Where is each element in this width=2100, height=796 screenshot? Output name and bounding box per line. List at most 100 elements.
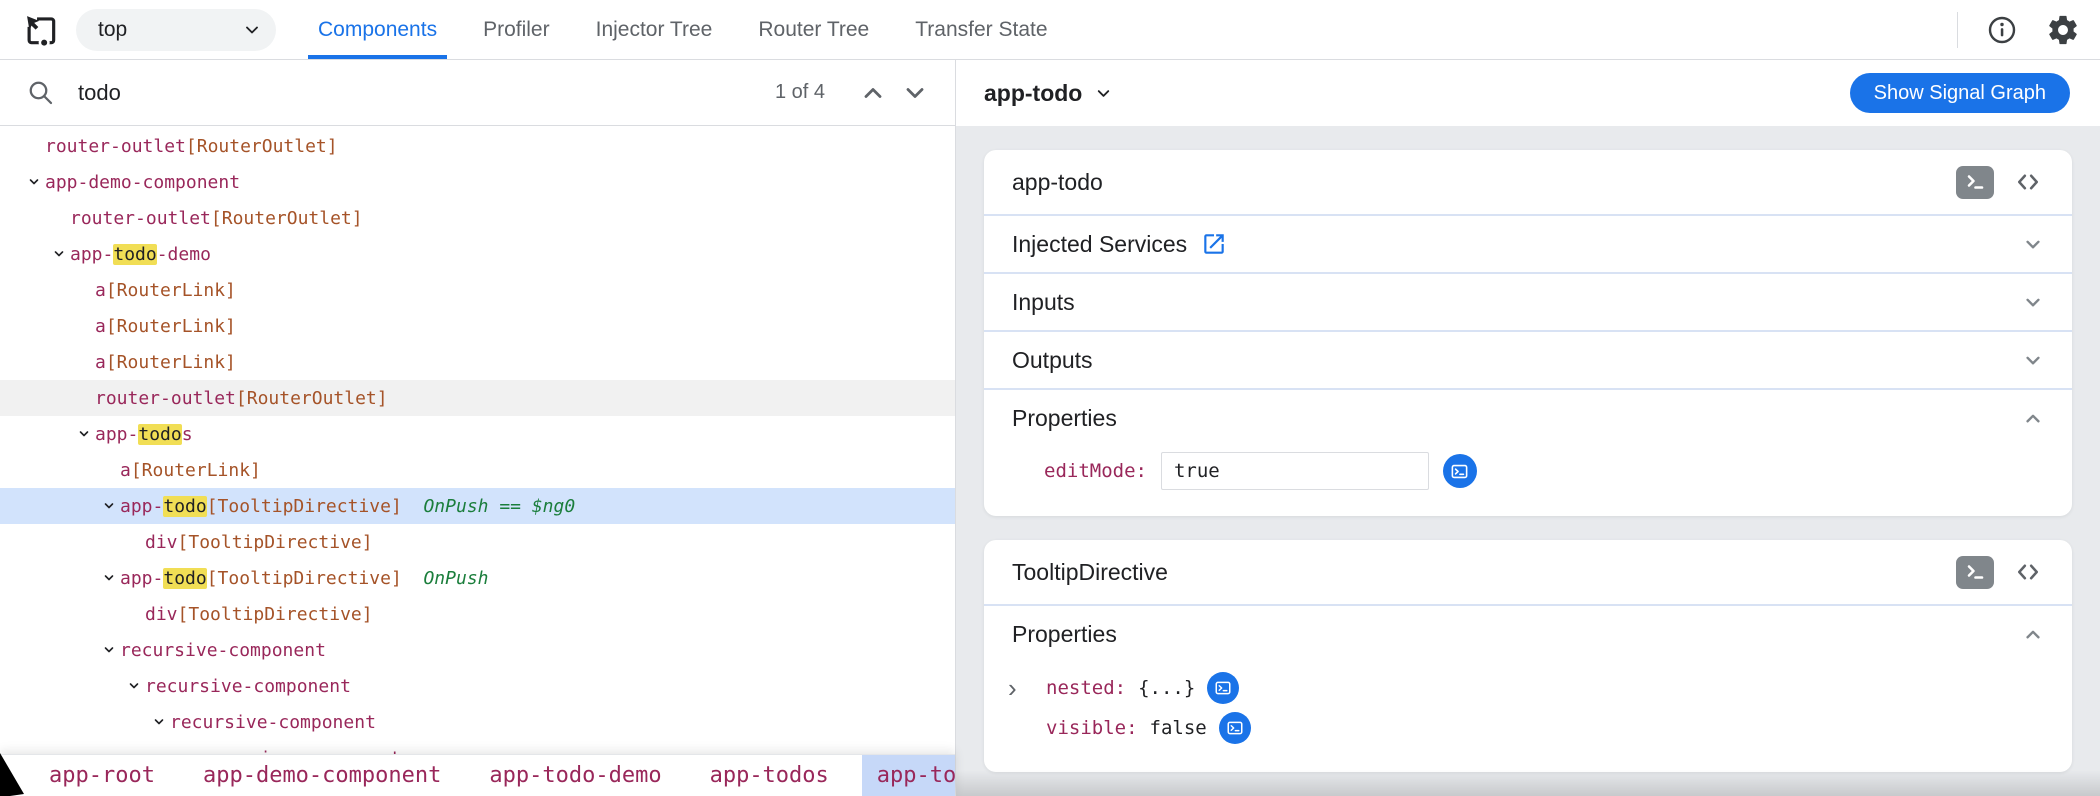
tree-node-text: router-outlet <box>45 135 186 157</box>
property-row-visible[interactable]: visible: false <box>1008 708 2044 748</box>
tree-node-text: [RouterLink] <box>105 315 236 337</box>
component-dropdown-button[interactable] <box>1094 84 1113 103</box>
search-input[interactable] <box>76 78 775 107</box>
view-source-button[interactable] <box>2012 557 2044 587</box>
card-header: TooltipDirective <box>984 540 2072 604</box>
editMode-value-input[interactable] <box>1160 452 1429 490</box>
tree-node-text: recursive-component <box>145 675 351 697</box>
breadcrumb-item[interactable]: app-todo-demo <box>474 755 676 796</box>
expand-chevron-icon[interactable]: › <box>1008 675 1046 701</box>
chevron-up-icon[interactable] <box>2020 405 2046 431</box>
tree-node[interactable]: a [RouterLink] <box>0 452 955 488</box>
open-in-console-button[interactable] <box>1956 555 1994 589</box>
tab-router-tree[interactable]: Router Tree <box>748 0 879 59</box>
next-match-button[interactable] <box>897 75 933 111</box>
directive-properties: › nested: {...} visible: false <box>984 662 2072 772</box>
section-label: Properties <box>1012 620 1117 647</box>
tree-expand-chevron-icon[interactable] <box>103 644 120 656</box>
tree-node-text: [TooltipDirective] <box>206 495 402 517</box>
breadcrumb-item[interactable]: app-demo-component <box>188 755 456 796</box>
tree-node[interactable]: router-outlet [RouterOutlet] <box>0 200 955 236</box>
code-icon <box>2018 564 2038 580</box>
chevron-down-icon[interactable] <box>2020 289 2046 315</box>
section-properties[interactable]: Properties <box>984 604 2072 662</box>
tree-node[interactable]: app-demo-component <box>0 164 955 200</box>
chevron-down-icon[interactable] <box>2020 347 2046 373</box>
breadcrumb: app-root app-demo-component app-todo-demo a… <box>0 754 955 796</box>
tree-node[interactable]: a [RouterLink] <box>0 344 955 380</box>
property-row-nested[interactable]: › nested: {...} <box>1008 668 2044 708</box>
frame-selector-dropdown[interactable]: top <box>76 8 276 51</box>
chevron-up-icon[interactable] <box>2020 621 2046 647</box>
open-in-console-button[interactable] <box>1956 165 1994 199</box>
tree-node[interactable]: a [RouterLink] <box>0 308 955 344</box>
component-card: app-todo Injected Services Inputs Output… <box>984 150 2072 516</box>
property-row-editMode: editMode: <box>984 446 2072 516</box>
terminal-icon <box>1227 721 1243 735</box>
card-actions <box>1956 165 2044 199</box>
section-outputs[interactable]: Outputs <box>984 330 2072 388</box>
show-signal-graph-button[interactable]: Show Signal Graph <box>1849 73 2070 113</box>
log-property-to-console-button[interactable] <box>1218 712 1251 744</box>
previous-match-button[interactable] <box>855 75 891 111</box>
tree-node[interactable]: recursive-component <box>0 668 955 704</box>
tab-injector-tree[interactable]: Injector Tree <box>586 0 723 59</box>
info-button[interactable] <box>1986 14 2018 46</box>
angular-devtools: top Components Profiler Injector Tree Ro… <box>0 0 2100 796</box>
settings-button[interactable] <box>2046 13 2080 47</box>
tree-expand-chevron-icon[interactable] <box>153 716 170 728</box>
tree-node[interactable]: recursive-component <box>0 632 955 668</box>
tree-expand-chevron-icon[interactable] <box>103 500 120 512</box>
tree-expand-chevron-icon[interactable] <box>28 176 45 188</box>
tree-node[interactable]: recursive-component <box>0 704 955 740</box>
tree-node[interactable]: div [TooltipDirective] <box>0 596 955 632</box>
topbar-actions <box>1957 0 2100 59</box>
tab-profiler[interactable]: Profiler <box>473 0 560 59</box>
section-inputs[interactable]: Inputs <box>984 272 2072 330</box>
tree-node[interactable]: app-todo s <box>0 416 955 452</box>
log-property-to-console-button[interactable] <box>1207 672 1240 704</box>
tree-node[interactable]: router-outlet [RouterOutlet] <box>0 128 955 164</box>
chevron-down-icon[interactable] <box>2020 231 2046 257</box>
devtools-tabs: Components Profiler Injector Tree Router… <box>308 0 1084 59</box>
section-label: Inputs <box>1012 288 1075 315</box>
match-counter: 1 of 4 <box>774 81 825 103</box>
card-title: app-todo <box>1012 168 1103 195</box>
external-link-icon[interactable] <box>1201 231 1227 257</box>
search-icon <box>29 81 53 104</box>
section-injected-services[interactable]: Injected Services <box>984 214 2072 272</box>
tree-node[interactable]: app-todo [TooltipDirective] OnPush <box>0 560 955 596</box>
tree-expand-chevron-icon[interactable] <box>78 428 95 440</box>
card-actions <box>1956 555 2044 589</box>
tree-node-text: todo <box>163 495 207 517</box>
tree-node[interactable]: router-outlet [RouterOutlet] <box>0 380 955 416</box>
tree-expand-chevron-icon[interactable] <box>103 572 120 584</box>
breadcrumb-item[interactable]: app-todo <box>861 755 955 796</box>
tree-expand-chevron-icon[interactable] <box>128 680 145 692</box>
view-source-button[interactable] <box>2012 167 2044 197</box>
tree-node[interactable]: a [RouterLink] <box>0 272 955 308</box>
inspector-cards: app-todo Injected Services Inputs Output… <box>956 126 2100 796</box>
log-property-to-console-button[interactable] <box>1442 454 1477 488</box>
tree-node-text: -demo <box>156 243 211 265</box>
terminal-icon <box>1967 565 1984 579</box>
breadcrumb-item[interactable]: app-root <box>34 755 170 796</box>
tree-node-text: router-outlet <box>95 387 236 409</box>
tree-node-text: todo <box>163 567 207 589</box>
inspector-header: app-todo Show Signal Graph <box>956 60 2100 126</box>
breadcrumb-item[interactable]: app-todos <box>695 755 844 796</box>
property-value: false <box>1149 717 1207 739</box>
tab-transfer-state[interactable]: Transfer State <box>905 0 1057 59</box>
section-properties[interactable]: Properties <box>984 388 2072 446</box>
inspect-element-picker-button[interactable] <box>16 0 66 59</box>
tree-node-text: recursive-component <box>170 711 376 733</box>
tree-node[interactable]: app-todo [TooltipDirective] OnPush == $ng… <box>0 488 955 524</box>
terminal-icon <box>1215 681 1231 695</box>
tree-node-text: [TooltipDirective] <box>177 531 373 553</box>
tree-node-text: div <box>145 603 178 625</box>
selected-component-name[interactable]: app-todo <box>984 80 1082 107</box>
tree-node[interactable]: div [TooltipDirective] <box>0 524 955 560</box>
tree-node[interactable]: app-todo -demo <box>0 236 955 272</box>
tab-components[interactable]: Components <box>308 0 448 59</box>
tree-expand-chevron-icon[interactable] <box>53 248 70 260</box>
